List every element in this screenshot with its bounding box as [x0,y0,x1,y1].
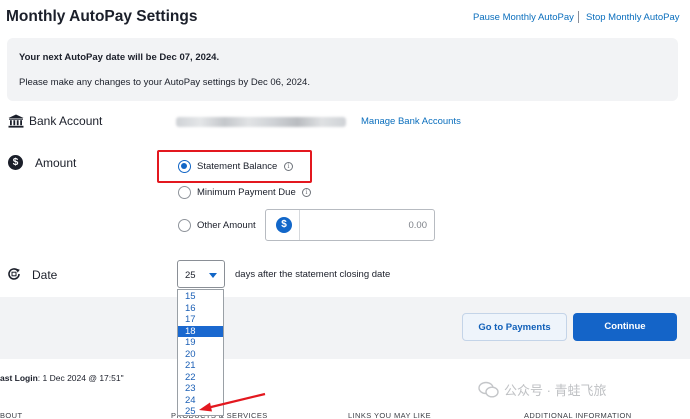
last-login-label: ast Login [0,373,38,383]
footer-heading-links[interactable]: LINKS YOU MAY LIKE [348,411,431,419]
wechat-icon [478,381,499,398]
dropdown-option[interactable]: 15 [178,291,223,303]
header-divider [578,11,579,23]
last-login: ast Login: 1 Dec 2024 @ 17:51" [0,373,124,383]
date-label: Date [32,268,58,282]
calendar-cycle-icon [7,267,21,281]
amount-label: Amount [35,156,77,170]
continue-button[interactable]: Continue [573,313,677,341]
payment-day-select[interactable]: 25 [177,260,225,288]
dropdown-option[interactable]: 19 [178,337,223,349]
minimum-payment-radio[interactable] [178,186,191,199]
dropdown-option[interactable]: 16 [178,303,223,315]
dropdown-option[interactable]: 22 [178,372,223,384]
input-divider [299,210,300,240]
bank-icon [8,114,24,128]
statement-balance-label: Statement Balance [197,161,278,172]
manage-bank-accounts-link[interactable]: Manage Bank Accounts [361,116,461,127]
go-to-payments-button[interactable]: Go to Payments [462,313,567,341]
other-amount-field[interactable]: $ 0.00 [265,209,435,241]
other-amount-value: 0.00 [408,220,428,231]
dropdown-option[interactable]: 21 [178,360,223,372]
dropdown-option[interactable]: 17 [178,314,223,326]
info-icon[interactable]: i [302,188,311,197]
page-title: Monthly AutoPay Settings [6,8,198,25]
payment-day-selected-value: 25 [185,270,196,281]
masked-bank-account-number [176,117,346,127]
dropdown-option[interactable]: 20 [178,349,223,361]
red-arrow-annotation [199,392,266,412]
date-suffix-text: days after the statement closing date [235,269,391,280]
footer-heading-additional[interactable]: ADDITIONAL INFORMATION [524,411,632,419]
minimum-payment-label: Minimum Payment Due [197,187,296,198]
footer-heading-about[interactable]: BOUT [0,411,22,419]
info-icon[interactable]: i [284,162,293,171]
other-amount-radio[interactable] [178,219,191,232]
autopay-info-banner: Your next AutoPay date will be Dec 07, 2… [7,38,678,101]
dollar-circle-icon: $ [8,155,23,170]
dropdown-option-highlighted[interactable]: 18 [178,325,223,337]
stop-autopay-link[interactable]: Stop Monthly AutoPay [586,12,679,23]
next-autopay-date-text: Your next AutoPay date will be Dec 07, 2… [19,52,220,63]
change-deadline-text: Please make any changes to your AutoPay … [19,77,310,88]
dollar-icon: $ [276,217,292,233]
pause-autopay-link[interactable]: Pause Monthly AutoPay [473,12,574,23]
watermark-text: 公众号 · 青蛙飞旅 [504,383,607,398]
other-amount-label: Other Amount [197,220,256,231]
chevron-down-icon [209,273,217,278]
last-login-value: : 1 Dec 2024 @ 17:51" [37,373,124,383]
statement-balance-radio[interactable] [178,160,191,173]
bank-account-label: Bank Account [29,114,103,128]
